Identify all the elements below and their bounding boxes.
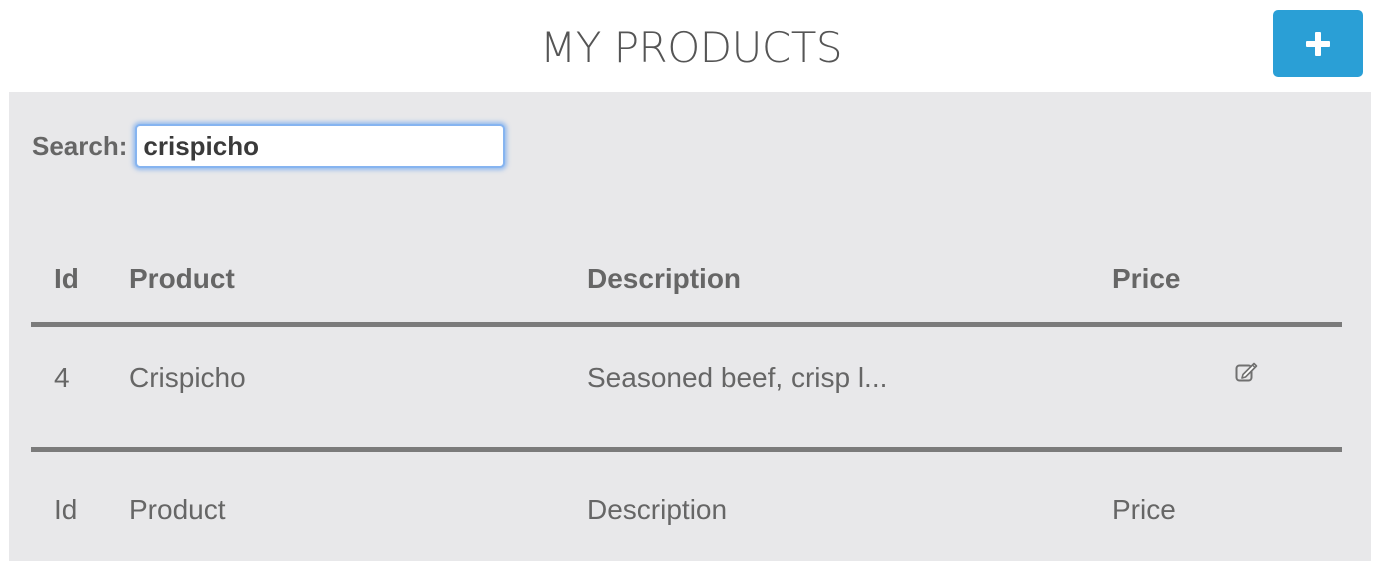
- row-description-cell: Seasoned beef, crisp l...: [587, 362, 888, 393]
- row-id-cell: 4: [54, 362, 70, 393]
- table-footer-row: Id Product Description Price: [31, 452, 1342, 552]
- column-header-price[interactable]: Price: [1112, 263, 1181, 295]
- table-row: 4 Crispicho Seasoned beef, crisp l...: [31, 327, 1342, 447]
- column-header-product[interactable]: Product: [129, 263, 235, 295]
- products-table: Id Product Description Price 4 Crispicho…: [31, 237, 1342, 552]
- table-header-row: Id Product Description Price: [31, 237, 1342, 322]
- search-bar: Search:: [32, 124, 506, 168]
- column-header-description[interactable]: Description: [587, 263, 741, 295]
- page-title: MY PRODUCTS: [539, 23, 843, 72]
- footer-product-label: Product: [129, 494, 226, 525]
- footer-id-label: Id: [54, 494, 78, 525]
- add-product-button[interactable]: [1273, 10, 1363, 77]
- plus-icon: [1306, 31, 1330, 56]
- products-page: MY PRODUCTS Search: Id Product Descripti…: [0, 0, 1374, 561]
- search-label: Search:: [32, 130, 128, 161]
- footer-price-label: Price: [1112, 494, 1176, 525]
- footer-description-label: Description: [587, 494, 728, 525]
- column-header-id[interactable]: Id: [54, 263, 79, 295]
- products-table-panel: Search: Id Product Description Price 4 C…: [9, 92, 1371, 561]
- search-input[interactable]: [135, 124, 506, 168]
- edit-icon[interactable]: [1232, 357, 1262, 387]
- row-product-cell: Crispicho: [129, 362, 246, 393]
